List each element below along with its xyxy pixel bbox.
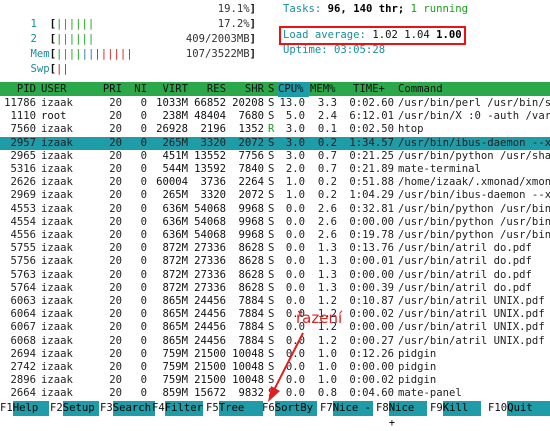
function-key-f6[interactable]: F6 <box>262 401 275 416</box>
function-key-label[interactable]: Nice - <box>332 401 373 416</box>
function-key-label[interactable]: Kill <box>442 401 481 416</box>
function-key-label[interactable]: Quit <box>507 401 550 416</box>
function-key-bar: F1 Help F2 Setup F3 Search F4 Filter F5 Tree F6 Sor… <box>0 401 550 429</box>
function-key-f5[interactable]: F5 <box>206 401 219 416</box>
annotation-arrow-line <box>272 332 304 393</box>
function-key-label[interactable]: Tree <box>218 401 263 416</box>
function-key-f4[interactable]: F4 <box>152 401 165 416</box>
function-key-f9[interactable]: F9 <box>430 401 443 416</box>
function-key-label[interactable]: Nice + <box>388 401 427 429</box>
function-key-f2[interactable]: F2 <box>50 401 63 416</box>
annotation-text: řazení <box>296 309 343 327</box>
function-key-label[interactable]: SortBy <box>274 401 317 416</box>
function-key-label[interactable]: Search <box>112 401 155 416</box>
function-key-label[interactable]: Filter <box>164 401 203 416</box>
function-key-label[interactable]: Help <box>12 401 49 416</box>
function-key-f1[interactable]: F1 <box>0 401 13 416</box>
function-key-f8[interactable]: F8 <box>376 401 389 416</box>
function-key-label[interactable]: Setup <box>62 401 99 416</box>
function-key-f3[interactable]: F3 <box>100 401 113 416</box>
function-key-f7[interactable]: F7 <box>320 401 333 416</box>
annotation-arrow-head <box>268 386 280 402</box>
annotation-overlay <box>268 332 304 402</box>
function-key-f10[interactable]: F10 <box>488 401 507 416</box>
